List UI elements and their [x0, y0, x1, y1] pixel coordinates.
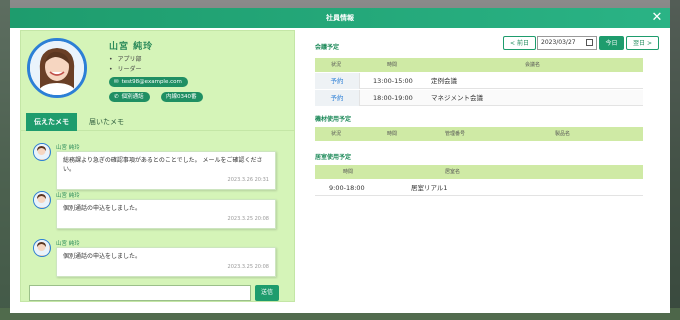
avatar [27, 38, 87, 98]
profile-panel: 山宮 純玲 アプリ部 リーダー ✉test98@example.com ✆個別通… [20, 30, 295, 302]
meeting-time: 18:00-19:00 [373, 94, 413, 102]
prev-day-button[interactable]: < 前日 [503, 36, 536, 50]
calendar-icon[interactable] [586, 39, 593, 46]
tab-sent-memos[interactable]: 伝えたメモ [26, 113, 77, 131]
phone-icon: ✆ [114, 94, 119, 100]
backdrop-left [0, 0, 10, 320]
meetings-table-header: 状況 時間 会議名 [315, 58, 643, 72]
memo-avatar [33, 143, 51, 161]
extension-label: 内線0340番 [166, 94, 197, 100]
room-name: 居室リアル1 [411, 184, 448, 192]
memo-bubble: 個別通話の申込をしました。 2023.3.25 20:08 [56, 247, 276, 277]
direct-call-label: 個別通話 [121, 94, 144, 100]
memo-list[interactable]: 山宮 純玲 総務課より急ぎの確認事項があるとのことでした。 メールをご確認くださ… [21, 135, 294, 279]
memo-text: 個別通話の申込をしました。 [63, 205, 142, 212]
memo-text: 個別通話の申込をしました。 [63, 253, 142, 260]
col-room: 居室名 [445, 169, 461, 175]
memo-tabs: 伝えたメモ 届いたメモ [21, 113, 294, 131]
col-time: 時間 [387, 131, 398, 137]
col-time: 時間 [387, 62, 398, 68]
mail-icon: ✉ [114, 79, 119, 85]
memo-avatar [33, 239, 51, 257]
memo-author: 山宮 純玲 [56, 193, 80, 199]
room-time: 9:00-18:00 [329, 184, 365, 192]
today-button[interactable]: 今日 [599, 36, 624, 50]
table-row[interactable]: 予約 13:00-15:00 定例会議 [315, 73, 643, 89]
memo-timestamp: 2023.3.25 20:08 [227, 264, 269, 270]
memo-author: 山宮 純玲 [56, 145, 80, 151]
col-status: 状況 [331, 131, 342, 137]
col-asset-number: 管理番号 [445, 131, 466, 137]
memo-bubble: 総務課より急ぎの確認事項があるとのことでした。 メールをご確認ください。 202… [56, 151, 276, 190]
schedule-panel: 会議予定 < 前日 2023/03/27 今日 翌日 > 状況 時間 会議名 予… [315, 30, 659, 300]
memo-bubble: 個別通話の申込をしました。 2023.3.25 20:08 [56, 199, 276, 229]
meeting-name: 定例会議 [431, 77, 457, 85]
tab-received-memos[interactable]: 届いたメモ [81, 113, 132, 131]
equipment-table-header: 状況 時間 管理番号 製品名 [315, 127, 643, 141]
col-time: 時間 [343, 169, 354, 175]
equipment-title: 機材使用予定 [315, 116, 352, 123]
next-day-button[interactable]: 翌日 > [626, 36, 659, 50]
status-cell: 予約 [315, 73, 360, 89]
meeting-time: 13:00-15:00 [373, 77, 413, 85]
memo-input[interactable] [29, 285, 251, 301]
memo-timestamp: 2023.3.26 20:31 [227, 177, 269, 183]
col-product: 製品名 [555, 131, 571, 137]
memo-text: 総務課より急ぎの確認事項があるとのことでした。 メールをご確認ください。 [63, 157, 263, 173]
date-field[interactable]: 2023/03/27 [537, 36, 597, 50]
email-pill[interactable]: ✉ test98@example.com [109, 77, 188, 87]
rooms-title: 居室使用予定 [315, 154, 352, 161]
memo-timestamp: 2023.3.25 20:08 [227, 216, 269, 222]
memo-compose: 送信 [29, 285, 287, 301]
status-cell: 予約 [315, 90, 360, 106]
date-value: 2023/03/27 [541, 39, 576, 46]
backdrop-right [670, 0, 680, 320]
col-meeting: 会議名 [525, 62, 541, 68]
status-link[interactable]: 予約 [331, 94, 344, 102]
department: アプリ部 [109, 54, 142, 63]
memo-author: 山宮 純玲 [56, 241, 80, 247]
profile-name: 山宮 純玲 [109, 42, 154, 52]
modal-title: 社員情報 [326, 14, 354, 22]
status-link[interactable]: 予約 [331, 77, 344, 85]
table-row[interactable]: 9:00-18:00 居室リアル1 [315, 180, 643, 196]
meeting-name: マネジメント会議 [431, 94, 483, 102]
send-button[interactable]: 送信 [255, 285, 279, 301]
meetings-title: 会議予定 [315, 44, 340, 51]
email-text: test98@example.com [121, 79, 182, 85]
memo-avatar [33, 191, 51, 209]
direct-call-button[interactable]: ✆ 個別通話 [109, 92, 150, 102]
role: リーダー [109, 64, 142, 73]
modal-header: 社員情報 ✕ [10, 8, 670, 28]
rooms-table-header: 時間 居室名 [315, 165, 643, 179]
col-status: 状況 [331, 62, 342, 68]
close-icon[interactable]: ✕ [649, 10, 665, 26]
extension-button[interactable]: 内線0340番 [161, 92, 203, 102]
table-row[interactable]: 予約 18:00-19:00 マネジメント会議 [315, 90, 643, 106]
